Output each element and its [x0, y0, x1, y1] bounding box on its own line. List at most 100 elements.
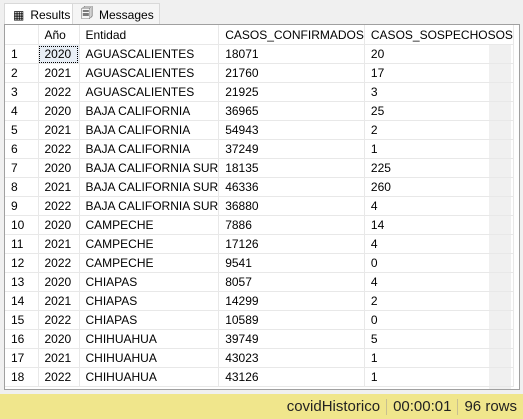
table-cell[interactable]: 2 — [364, 120, 514, 140]
table-cell[interactable]: 5 — [364, 329, 514, 349]
table-cell[interactable]: 2022 — [38, 139, 80, 159]
table-cell[interactable]: AGUASCALIENTES — [79, 44, 220, 64]
row-number[interactable]: 10 — [5, 215, 39, 235]
table-cell[interactable]: 7886 — [218, 215, 365, 235]
row-number[interactable]: 16 — [5, 329, 39, 349]
table-cell[interactable]: 43126 — [218, 367, 365, 387]
column-header[interactable]: Año — [38, 25, 80, 45]
table-cell[interactable]: 2020 — [38, 101, 80, 121]
table-cell[interactable]: 17 — [364, 63, 514, 83]
table-cell[interactable]: CHIHUAHUA — [79, 329, 220, 349]
table-cell[interactable]: 20 — [364, 44, 514, 64]
table-cell[interactable]: 18135 — [218, 158, 365, 178]
table-cell[interactable]: 1 — [364, 348, 514, 368]
table-cell[interactable]: 2022 — [38, 196, 80, 216]
table-cell[interactable]: 225 — [364, 158, 514, 178]
row-number[interactable]: 7 — [5, 158, 39, 178]
table-cell[interactable]: 2021 — [38, 291, 80, 311]
table-cell[interactable]: CHIAPAS — [79, 272, 220, 292]
table-cell[interactable]: 2020 — [38, 272, 80, 292]
table-cell[interactable]: 2021 — [38, 120, 80, 140]
table-cell[interactable]: 260 — [364, 177, 514, 197]
table-cell[interactable]: 2020 — [38, 44, 80, 64]
table-cell[interactable]: 2022 — [38, 253, 80, 273]
row-number[interactable]: 4 — [5, 101, 39, 121]
table-cell[interactable]: CHIHUAHUA — [79, 367, 220, 387]
table-cell[interactable]: 1 — [364, 367, 514, 387]
table-cell[interactable]: 0 — [364, 310, 514, 330]
table-cell[interactable]: 3 — [364, 82, 514, 102]
row-number[interactable]: 15 — [5, 310, 39, 330]
tab-results[interactable]: ▦ Results — [4, 3, 80, 25]
table-cell[interactable]: 10589 — [218, 310, 365, 330]
table-cell[interactable]: 2 — [364, 291, 514, 311]
table-cell[interactable]: 2021 — [38, 348, 80, 368]
table-cell[interactable]: 4 — [364, 196, 514, 216]
table-cell[interactable]: 14299 — [218, 291, 365, 311]
row-number[interactable]: 6 — [5, 139, 39, 159]
column-header[interactable]: Entidad — [79, 25, 220, 45]
row-number[interactable]: 17 — [5, 348, 39, 368]
row-number[interactable]: 9 — [5, 196, 39, 216]
row-number[interactable]: 13 — [5, 272, 39, 292]
tab-messages[interactable]: 🗐 Messages — [72, 3, 160, 25]
table-cell[interactable]: CHIAPAS — [79, 310, 220, 330]
row-number[interactable]: 11 — [5, 234, 39, 254]
row-number[interactable]: 1 — [5, 44, 39, 64]
table-row: 2 2021 AGUASCALIENTES 21760 17 — [5, 63, 514, 83]
row-number[interactable]: 3 — [5, 82, 39, 102]
row-number[interactable]: 8 — [5, 177, 39, 197]
row-number[interactable]: 2 — [5, 63, 39, 83]
table-cell[interactable]: 43023 — [218, 348, 365, 368]
results-grid[interactable]: Año Entidad CASOS_CONFIRMADOS CASOS_SOSPECH… — [4, 24, 520, 390]
table-cell[interactable]: 17126 — [218, 234, 365, 254]
table-cell[interactable]: 4 — [364, 272, 514, 292]
table-cell[interactable]: CAMPECHE — [79, 253, 220, 273]
column-header[interactable]: CASOS_CONFIRMADOS — [218, 25, 365, 45]
table-cell[interactable]: 2020 — [38, 158, 80, 178]
table-cell[interactable]: 14 — [364, 215, 514, 235]
table-cell[interactable]: 4 — [364, 234, 514, 254]
table-cell[interactable]: BAJA CALIFORNIA — [79, 120, 220, 140]
table-cell[interactable]: CHIHUAHUA — [79, 348, 220, 368]
table-cell[interactable]: 36880 — [218, 196, 365, 216]
table-cell[interactable]: AGUASCALIENTES — [79, 63, 220, 83]
table-cell[interactable]: 36965 — [218, 101, 365, 121]
table-row: 13 2020 CHIAPAS 8057 4 — [5, 272, 514, 292]
table-cell[interactable]: 21925 — [218, 82, 365, 102]
table-cell[interactable]: CAMPECHE — [79, 234, 220, 254]
table-cell[interactable]: 8057 — [218, 272, 365, 292]
column-header[interactable] — [5, 25, 39, 45]
table-cell[interactable]: 2021 — [38, 177, 80, 197]
table-cell[interactable]: BAJA CALIFORNIA — [79, 139, 220, 159]
table-cell[interactable]: BAJA CALIFORNIA — [79, 101, 220, 121]
table-cell[interactable]: BAJA CALIFORNIA SUR — [79, 196, 220, 216]
row-number[interactable]: 14 — [5, 291, 39, 311]
table-cell[interactable]: 37249 — [218, 139, 365, 159]
table-cell[interactable]: CAMPECHE — [79, 215, 220, 235]
table-cell[interactable]: 2020 — [38, 329, 80, 349]
table-cell[interactable]: 21760 — [218, 63, 365, 83]
table-cell[interactable]: 46336 — [218, 177, 365, 197]
table-cell[interactable]: BAJA CALIFORNIA SUR — [79, 177, 220, 197]
column-header[interactable]: CASOS_SOSPECHOSOS — [364, 25, 514, 45]
table-cell[interactable]: 2022 — [38, 310, 80, 330]
row-number[interactable]: 5 — [5, 120, 39, 140]
table-cell[interactable]: 2022 — [38, 367, 80, 387]
table-cell[interactable]: 1 — [364, 139, 514, 159]
table-cell[interactable]: CHIAPAS — [79, 291, 220, 311]
table-cell[interactable]: 18071 — [218, 44, 365, 64]
table-cell[interactable]: 2022 — [38, 82, 80, 102]
table-cell[interactable]: 2020 — [38, 215, 80, 235]
table-cell[interactable]: 9541 — [218, 253, 365, 273]
row-number[interactable]: 12 — [5, 253, 39, 273]
table-cell[interactable]: 54943 — [218, 120, 365, 140]
table-cell[interactable]: 25 — [364, 101, 514, 121]
table-cell[interactable]: 39749 — [218, 329, 365, 349]
table-cell[interactable]: 2021 — [38, 234, 80, 254]
table-cell[interactable]: 0 — [364, 253, 514, 273]
table-cell[interactable]: BAJA CALIFORNIA SUR — [79, 158, 220, 178]
table-cell[interactable]: 2021 — [38, 63, 80, 83]
table-cell[interactable]: AGUASCALIENTES — [79, 82, 220, 102]
row-number[interactable]: 18 — [5, 367, 39, 387]
